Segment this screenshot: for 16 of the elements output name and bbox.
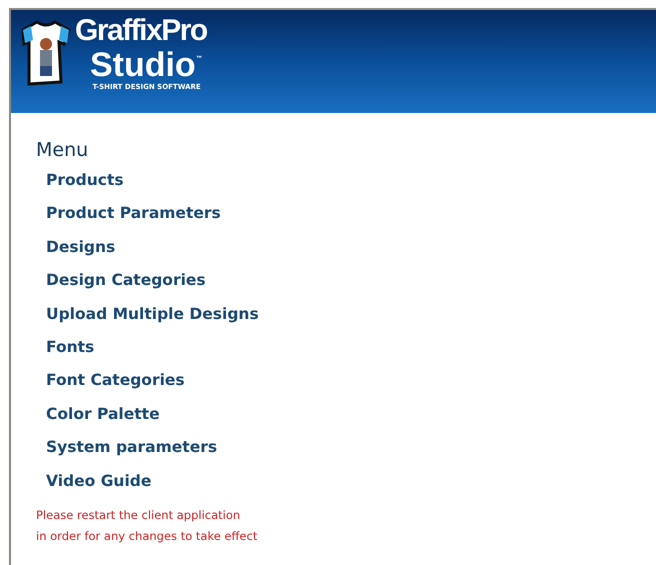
menu-link[interactable]: Color Palette [46, 406, 160, 440]
tshirt-icon [19, 18, 73, 86]
menu-heading: Menu [36, 141, 90, 160]
menu-link[interactable]: Designs [46, 240, 116, 274]
restart-notice: Please restart the client application [36, 506, 242, 524]
menu-link[interactable]: Products [46, 173, 124, 206]
menu-link[interactable]: Font Categories [46, 373, 185, 407]
menu-link[interactable]: Design Categories [46, 273, 206, 307]
menu-link[interactable]: Fonts [46, 340, 94, 374]
menu-link[interactable]: Video Guide [46, 474, 152, 507]
logo-title: GraffixPro [75, 16, 207, 46]
menu-link[interactable]: System parameters [46, 440, 218, 474]
restart-notice: in order for any changes to take effect [36, 528, 258, 545]
logo-subtitle: Studio [90, 48, 196, 82]
menu-link[interactable]: Upload Multiple Designs [46, 306, 259, 340]
menu-link[interactable]: Product Parameters [46, 206, 221, 240]
